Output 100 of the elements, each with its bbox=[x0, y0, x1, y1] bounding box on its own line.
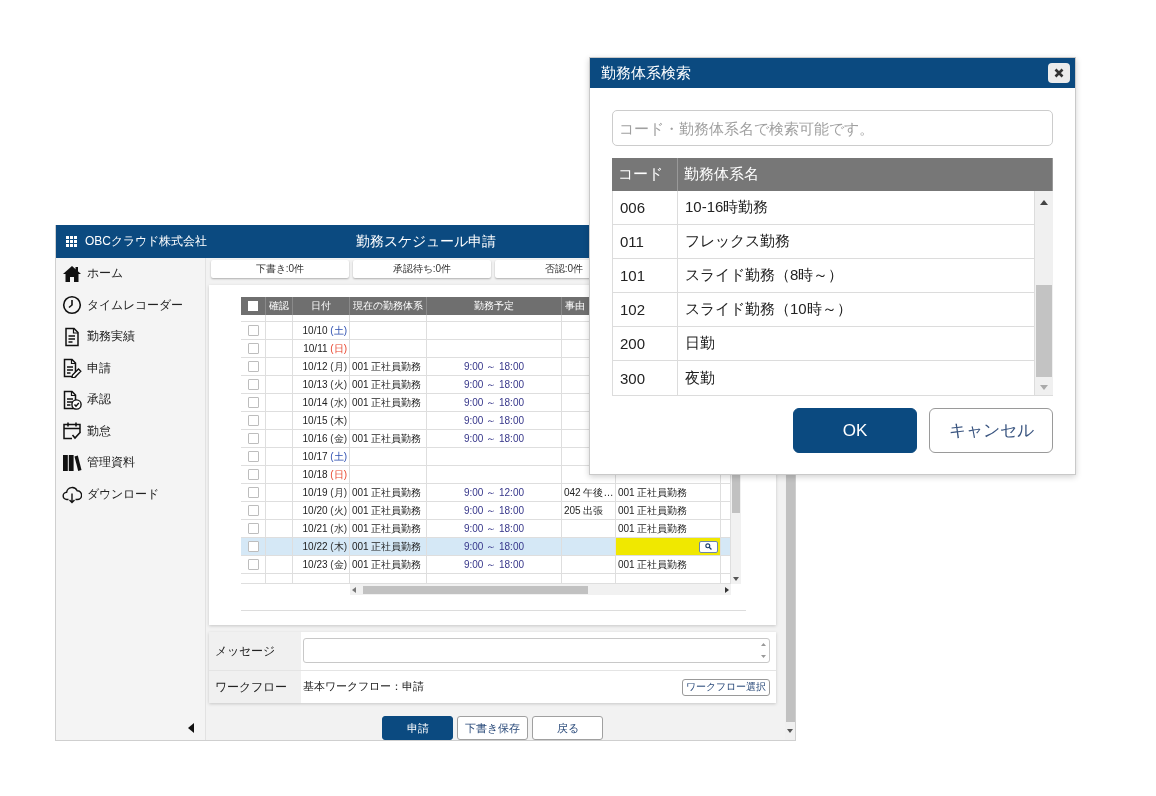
table-cell[interactable]: 006 bbox=[613, 191, 678, 224]
action-button[interactable]: 戻る bbox=[532, 716, 603, 740]
checkbox[interactable] bbox=[247, 325, 259, 336]
scrollbar[interactable] bbox=[350, 584, 731, 595]
checkbox[interactable] bbox=[247, 361, 259, 372]
dialog-button[interactable]: OK bbox=[793, 408, 917, 453]
table-cell[interactable]: 200 bbox=[613, 327, 678, 360]
message-field[interactable] bbox=[303, 638, 770, 663]
scroll-up-arrow-icon[interactable] bbox=[1040, 200, 1048, 205]
dialog-title: 勤務体系検索 bbox=[601, 63, 691, 83]
scrollbar[interactable] bbox=[1035, 191, 1053, 395]
table-cell: 001 正社員勤務 bbox=[616, 502, 721, 520]
field-label: ワークフロー bbox=[209, 671, 301, 703]
collapse-arrow-icon[interactable] bbox=[188, 723, 194, 733]
action-button[interactable]: 申請 bbox=[382, 716, 453, 740]
checkbox[interactable] bbox=[247, 451, 259, 462]
checkbox[interactable] bbox=[247, 505, 259, 516]
table-cell: 10/15 (木) bbox=[293, 412, 350, 430]
table-row[interactable]: 10/19 (月) 001 正社員勤務 9:00 ～ 12:00 042 午後… 001 正社員勤務 bbox=[241, 484, 731, 502]
table-cell: 001 正社員勤務 bbox=[350, 556, 427, 574]
table-cell: 10/16 (金) bbox=[293, 430, 350, 448]
sidebar-item[interactable]: 勤務実績 bbox=[56, 321, 205, 353]
apps-grid-icon[interactable] bbox=[66, 236, 77, 247]
table-cell: 10/17 (土) bbox=[293, 448, 350, 466]
table-row[interactable]: 10/23 (金) 001 正社員勤務 9:00 ～ 18:00 001 正社員勤務 bbox=[241, 556, 731, 574]
table-cell: 001 正社員勤務 bbox=[616, 484, 721, 502]
table-cell: 9:00 ～ 18:00 bbox=[427, 412, 562, 430]
checkbox[interactable] bbox=[247, 541, 259, 552]
sidebar-item[interactable]: 申請 bbox=[56, 352, 205, 384]
table-cell: 205 出張 bbox=[562, 502, 616, 520]
table-row[interactable]: 10/20 (火) 001 正社員勤務 9:00 ～ 18:00 205 出張 001 正社員勤務 bbox=[241, 502, 731, 520]
checkbox[interactable] bbox=[247, 433, 259, 444]
spin-arrows-icon[interactable] bbox=[761, 642, 766, 659]
table-cell: 10/10 (土) bbox=[293, 322, 350, 340]
workflow-value: 基本ワークフロー：申請 bbox=[303, 680, 424, 694]
scroll-down-arrow-icon[interactable] bbox=[733, 577, 739, 581]
column-header: 勤務予定 bbox=[427, 297, 562, 315]
table-cell: 042 午後… bbox=[562, 484, 616, 502]
action-button[interactable]: 下書き保存 bbox=[457, 716, 528, 740]
checkbox[interactable] bbox=[247, 523, 259, 534]
scroll-left-arrow-icon[interactable] bbox=[352, 586, 356, 593]
column-header: 確認 bbox=[266, 297, 293, 315]
close-button[interactable] bbox=[1048, 63, 1070, 83]
table-cell: 001 正社員勤務 bbox=[350, 394, 427, 412]
search-button[interactable] bbox=[699, 540, 718, 553]
sidebar-item[interactable]: 管理資料 bbox=[56, 447, 205, 479]
table-cell[interactable]: 300 bbox=[613, 361, 678, 395]
checkbox[interactable] bbox=[248, 301, 258, 311]
books-icon bbox=[62, 452, 82, 473]
checkbox[interactable] bbox=[247, 343, 259, 354]
column-header: 現在の勤務体系 bbox=[350, 297, 427, 315]
table-cell: 9:00 ～ 18:00 bbox=[427, 358, 562, 376]
checkbox[interactable] bbox=[247, 397, 259, 408]
company-name: OBCクラウド株式会社 bbox=[85, 233, 207, 250]
table-cell: 9:00 ～ 18:00 bbox=[427, 502, 562, 520]
table-cell: 9:00 ～ 18:00 bbox=[427, 538, 562, 556]
table-cell: 10/11 (日) bbox=[293, 340, 350, 358]
page-title: 勤務スケジュール申請 bbox=[355, 232, 496, 251]
table-cell: 10/19 (月) bbox=[293, 484, 350, 502]
sidebar-item[interactable]: 勤怠 bbox=[56, 415, 205, 447]
table-cell: 001 正社員勤務 bbox=[350, 502, 427, 520]
checkbox[interactable] bbox=[247, 379, 259, 390]
table-cell: 001 正社員勤務 bbox=[616, 556, 721, 574]
input-field[interactable] bbox=[616, 538, 720, 555]
scrollbar-thumb[interactable] bbox=[363, 585, 588, 594]
checkbox[interactable] bbox=[247, 415, 259, 426]
checkbox[interactable] bbox=[247, 559, 259, 570]
search-icon bbox=[705, 543, 712, 550]
sidebar-item[interactable]: ホーム bbox=[56, 258, 205, 290]
sidebar-item[interactable]: 承認 bbox=[56, 384, 205, 416]
checkbox[interactable] bbox=[247, 487, 259, 498]
table-cell: 001 正社員勤務 bbox=[350, 484, 427, 502]
table-cell: 10/22 (木) bbox=[293, 538, 350, 556]
column-header: コード bbox=[612, 158, 678, 191]
table-cell[interactable]: 102 bbox=[613, 293, 678, 326]
table-cell: 9:00 ～ 18:00 bbox=[427, 394, 562, 412]
filter-tab[interactable]: 下書き:0件 bbox=[211, 260, 349, 278]
document-icon bbox=[62, 326, 82, 347]
cloud-download-icon bbox=[62, 484, 82, 505]
sidebar-item[interactable]: タイムレコーダー bbox=[56, 289, 205, 321]
document-pen-icon bbox=[62, 358, 82, 379]
scroll-right-arrow-icon[interactable] bbox=[725, 586, 729, 593]
table-cell[interactable]: 011 bbox=[613, 225, 678, 258]
filter-tab[interactable]: 承認待ち:0件 bbox=[353, 260, 491, 278]
table-cell[interactable]: 101 bbox=[613, 259, 678, 292]
table-cell: 10/13 (火) bbox=[293, 376, 350, 394]
sidebar-item[interactable]: ダウンロード bbox=[56, 478, 205, 510]
table-cell: 10/14 (水) bbox=[293, 394, 350, 412]
table-row[interactable]: 10/22 (木) 001 正社員勤務 9:00 ～ 18:00 bbox=[241, 538, 731, 556]
clock-icon bbox=[62, 295, 82, 316]
workflow-select-button[interactable]: ワークフロー選択 bbox=[682, 678, 770, 696]
table-cell: 10/12 (月) bbox=[293, 358, 350, 376]
search-field[interactable]: コード・勤務体系名で検索可能です。 bbox=[612, 110, 1053, 146]
dialog-button[interactable]: キャンセル bbox=[929, 408, 1053, 453]
table-cell: 10/23 (金) bbox=[293, 556, 350, 574]
field-label: メッセージ bbox=[209, 632, 301, 671]
scroll-down-arrow-icon[interactable] bbox=[787, 729, 793, 733]
close-icon bbox=[1054, 68, 1064, 78]
checkbox[interactable] bbox=[247, 469, 259, 480]
scrollbar-thumb[interactable] bbox=[1036, 285, 1052, 377]
